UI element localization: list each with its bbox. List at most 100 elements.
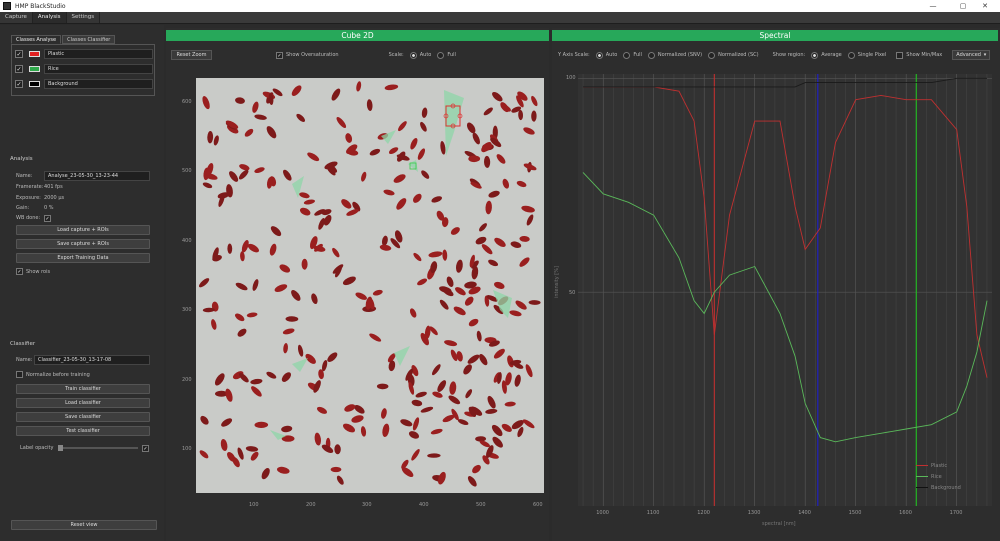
tab-classes-classifier[interactable]: Classes Classifier xyxy=(62,35,116,44)
rice-grain xyxy=(254,167,265,173)
rice-grain xyxy=(523,127,535,135)
class-name-rice[interactable]: Rice xyxy=(44,63,153,74)
x-tick: 1600 xyxy=(899,510,912,516)
rice-grain xyxy=(449,381,457,395)
x-tick: 1400 xyxy=(798,510,811,516)
rice-grain xyxy=(410,137,418,150)
rice-grain xyxy=(427,453,441,458)
rice-grain xyxy=(431,364,441,376)
yaxis-auto-radio[interactable] xyxy=(595,51,603,59)
classifier-name-input[interactable]: Classifier_23-05-30_13-17-08 xyxy=(34,355,150,365)
y-axis-scale-label: Y Axis Scale: xyxy=(558,52,590,58)
hyperspectral-image[interactable] xyxy=(196,78,544,507)
plastic-flake xyxy=(381,130,396,144)
title-bar: HMP BlackStudio — ▢ ✕ xyxy=(0,0,1000,12)
rice-grains xyxy=(198,81,541,487)
class-name-background[interactable]: Background xyxy=(44,78,153,89)
close-icon[interactable]: ✕ xyxy=(970,0,1000,12)
load-classifier-button[interactable]: Load classifier xyxy=(16,398,150,408)
export-training-button[interactable]: Export Training Data xyxy=(16,253,150,263)
class-checkbox-background[interactable]: ✓ xyxy=(15,79,23,88)
oversaturation-checkbox[interactable]: ✓ xyxy=(276,51,283,59)
left-panel: Classes Analyse Classes Classifier ✓ Pla… xyxy=(0,25,164,541)
show-minmax-checkbox[interactable] xyxy=(896,51,904,59)
exposure-label: Exposure: xyxy=(16,195,41,201)
rice-grain xyxy=(502,178,510,189)
legend-swatch xyxy=(916,476,928,477)
yaxis-full-label: Full xyxy=(633,52,642,58)
label-opacity-slider[interactable] xyxy=(58,445,138,451)
save-capture-button[interactable]: Save capture + ROIs xyxy=(16,239,150,249)
label-opacity-checkbox[interactable]: ✓ xyxy=(142,444,149,452)
spectral-plot[interactable]: Plastic Rice Background xyxy=(578,74,992,506)
rice-grain xyxy=(351,415,364,423)
normalize-label: Normalize before training xyxy=(26,371,90,378)
tab-analysis[interactable]: Analysis xyxy=(32,12,67,23)
rice-grain xyxy=(464,296,474,306)
legend-label: Plastic xyxy=(931,462,948,469)
legend-item-rice: Rice xyxy=(916,471,961,482)
exposure-row: Exposure: 2000 µs xyxy=(16,193,64,203)
analysis-name-row: Name: Analyse_23-05-30_13-23-44 xyxy=(16,171,150,181)
rice-grain xyxy=(493,348,505,359)
rice-grain xyxy=(388,147,399,154)
class-checkbox-rice[interactable]: ✓ xyxy=(15,64,23,73)
main-tabs: Capture Analysis Settings xyxy=(0,12,1000,24)
analysis-name-input[interactable]: Analyse_23-05-30_13-23-44 xyxy=(44,171,150,181)
show-minmax-label: Show Min/Max xyxy=(906,52,943,58)
rice-grain xyxy=(291,289,301,301)
tab-capture[interactable]: Capture xyxy=(0,12,33,23)
class-color-plastic[interactable] xyxy=(29,50,40,57)
save-classifier-button[interactable]: Save classifier xyxy=(16,412,150,422)
region-average-label: Average xyxy=(821,52,842,58)
scale-auto-radio[interactable] xyxy=(409,51,417,59)
rice-grain xyxy=(494,281,505,289)
rice-grain xyxy=(291,85,302,96)
rice-grain xyxy=(398,121,407,132)
class-row-plastic: ✓ Plastic xyxy=(15,48,153,59)
class-color-background[interactable] xyxy=(29,80,40,87)
class-color-rice[interactable] xyxy=(29,65,40,72)
scale-full-radio[interactable] xyxy=(437,51,445,59)
show-region-label: Show region: xyxy=(772,52,806,58)
rice-grain xyxy=(334,444,341,455)
rice-grain xyxy=(250,378,263,385)
reset-zoom-button[interactable]: Reset Zoom xyxy=(171,50,212,60)
show-rois-checkbox[interactable]: ✓ xyxy=(16,268,23,275)
show-rois-row: ✓ Show rois xyxy=(16,267,50,276)
yaxis-snv-radio[interactable] xyxy=(647,51,655,59)
rice-grain xyxy=(281,425,293,433)
slider-handle[interactable] xyxy=(58,445,63,451)
spectral-header: Spectral xyxy=(552,30,998,41)
normalize-row: Normalize before training xyxy=(16,370,90,379)
train-classifier-button[interactable]: Train classifier xyxy=(16,384,150,394)
y-axis-label: intensity [%] xyxy=(554,266,560,298)
test-classifier-button[interactable]: Test classifier xyxy=(16,426,150,436)
minimize-icon[interactable]: — xyxy=(918,0,948,12)
region-single-radio[interactable] xyxy=(847,51,855,59)
normalize-checkbox[interactable] xyxy=(16,371,23,378)
yaxis-sc-radio[interactable] xyxy=(708,51,716,59)
rice-grain xyxy=(485,200,492,215)
framerate-value: 401 fps xyxy=(44,184,63,190)
rice-grain xyxy=(261,467,270,480)
reset-view-button[interactable]: Reset view xyxy=(11,520,157,530)
roi-markers xyxy=(215,103,483,507)
rice-grain xyxy=(531,95,538,107)
x-tick: 1100 xyxy=(646,510,660,516)
load-capture-button[interactable]: Load capture + ROIs xyxy=(16,225,150,235)
class-name-plastic[interactable]: Plastic xyxy=(44,48,153,59)
tab-settings[interactable]: Settings xyxy=(66,12,101,23)
y-tick: 400 xyxy=(182,238,192,244)
tab-classes-analyse[interactable]: Classes Analyse xyxy=(11,35,62,44)
legend-item-plastic: Plastic xyxy=(916,460,961,471)
rice-grain xyxy=(282,328,295,335)
advanced-dropdown[interactable]: Advanced ▾ xyxy=(952,50,991,60)
x-tick: 600 xyxy=(533,502,543,508)
class-list: ✓ Plastic ✓ Rice ✓ Background xyxy=(11,44,155,96)
class-checkbox-plastic[interactable]: ✓ xyxy=(15,49,23,58)
yaxis-full-radio[interactable] xyxy=(623,51,631,59)
rice-grain xyxy=(411,449,420,461)
region-average-radio[interactable] xyxy=(811,51,819,59)
rice-grain xyxy=(516,180,527,188)
